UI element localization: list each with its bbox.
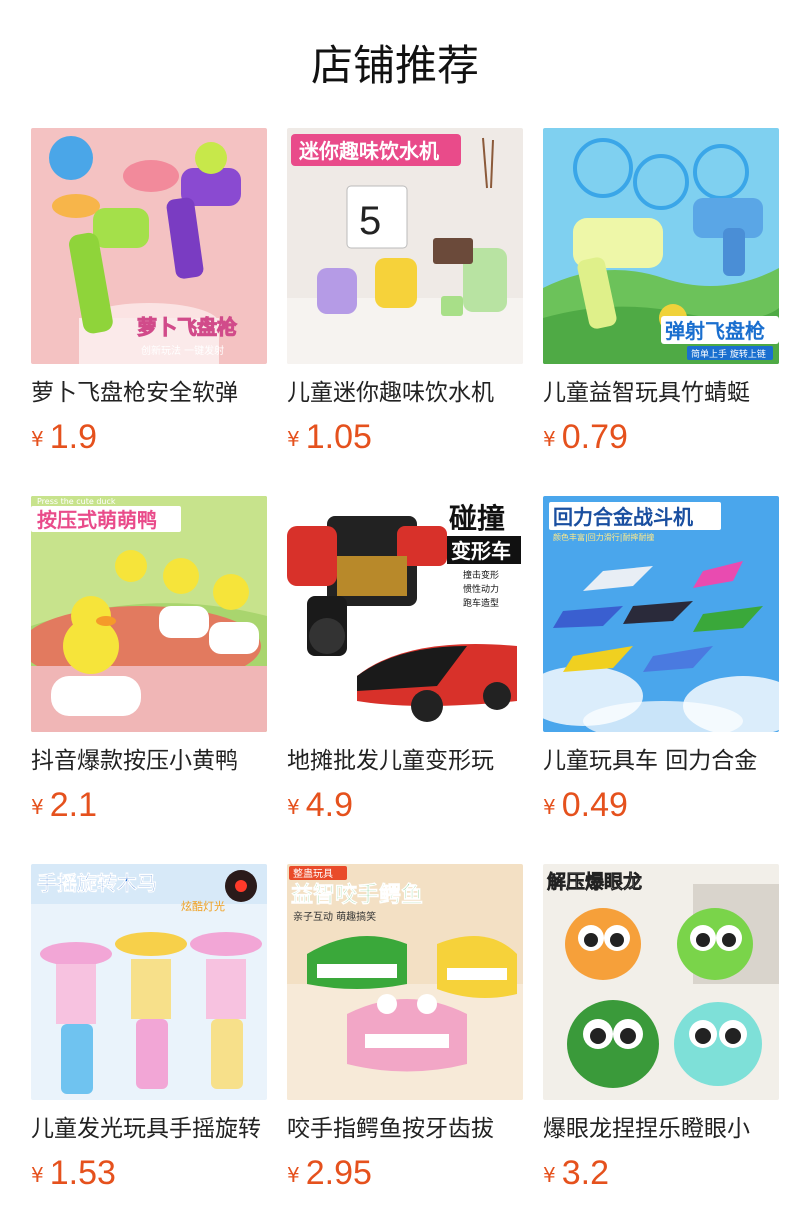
product-image[interactable]: 手摇旋转木马 炫酷灯光 xyxy=(31,864,267,1100)
product-name[interactable]: 儿童发光玩具手摇旋转 xyxy=(31,1112,267,1146)
product-price: ¥2.1 xyxy=(31,786,97,826)
product-name[interactable]: 咬手指鳄鱼按牙齿拔 xyxy=(287,1112,523,1146)
price-value: 4.9 xyxy=(305,786,353,824)
currency-symbol: ¥ xyxy=(287,427,300,451)
price-value: 0.49 xyxy=(561,786,628,824)
image-title-text: 迷你趣味饮水机 xyxy=(298,139,439,163)
image-title-text: 萝卜飞盘枪 xyxy=(137,315,237,339)
image-title-text: 手摇旋转木马 xyxy=(37,871,157,895)
product-image[interactable]: Press the cute duck 按压式萌萌鸭 xyxy=(31,496,267,732)
product-name[interactable]: 爆眼龙捏捏乐瞪眼小 xyxy=(543,1112,779,1146)
product-price: ¥2.95 xyxy=(287,1154,372,1194)
product-image[interactable]: 解压爆眼龙 xyxy=(543,864,779,1100)
product-price: ¥0.49 xyxy=(543,786,628,826)
product-image[interactable]: 整蛊玩具 益智咬手鳄鱼 亲子互动 萌趣搞笑 xyxy=(287,864,523,1100)
price-value: 0.79 xyxy=(561,418,628,456)
image-tag-text: 整蛊玩具 xyxy=(293,867,333,880)
currency-symbol: ¥ xyxy=(543,1163,556,1187)
product-price: ¥3.2 xyxy=(543,1154,609,1194)
image-title-text: 按压式萌萌鸭 xyxy=(37,508,157,532)
image-subtitle-text: 简单上手 旋转上链 xyxy=(691,348,766,360)
currency-symbol: ¥ xyxy=(287,1163,300,1187)
product-image[interactable]: 迷你趣味饮水机 5 xyxy=(287,128,523,364)
product-name[interactable]: 儿童玩具车 回力合金 xyxy=(543,744,779,778)
product-name[interactable]: 抖音爆款按压小黄鸭 xyxy=(31,744,267,778)
currency-symbol: ¥ xyxy=(31,1163,44,1187)
image-subtitle-text: 炫酷灯光 xyxy=(181,899,225,913)
image-title-text: 益智咬手鳄鱼 xyxy=(291,882,423,908)
image-note: 跑车造型 xyxy=(463,597,499,609)
currency-symbol: ¥ xyxy=(31,795,44,819)
product-image[interactable]: 弹射飞盘枪 简单上手 旋转上链 xyxy=(543,128,779,364)
product-price: ¥1.9 xyxy=(31,418,97,458)
price-value: 3.2 xyxy=(561,1154,609,1192)
product-image[interactable]: 萝卜飞盘枪 创新玩法 一键发射 xyxy=(31,128,267,364)
image-subtitle-text: 变形车 xyxy=(451,539,511,563)
price-value: 2.95 xyxy=(305,1154,372,1192)
image-title-text: 解压爆眼龙 xyxy=(547,870,642,893)
product-price: ¥0.79 xyxy=(543,418,628,458)
image-note: 惯性动力 xyxy=(463,583,499,595)
product-image[interactable]: 回力合金战斗机 颜色丰富|回力滑行|耐摔耐撞 xyxy=(543,496,779,732)
page-title: 店铺推荐 xyxy=(310,41,479,90)
image-subtitle-text: Press the cute duck xyxy=(37,497,116,506)
currency-symbol: ¥ xyxy=(543,427,556,451)
image-subtitle-text: 5 xyxy=(359,199,381,243)
product-name[interactable]: 萝卜飞盘枪安全软弹 xyxy=(31,376,267,410)
image-subtitle-text: 颜色丰富|回力滑行|耐摔耐撞 xyxy=(553,532,654,542)
currency-symbol: ¥ xyxy=(543,795,556,819)
currency-symbol: ¥ xyxy=(287,795,300,819)
product-price: ¥1.05 xyxy=(287,418,372,458)
image-subtitle-text: 创新玩法 一键发射 xyxy=(141,344,224,357)
price-value: 1.53 xyxy=(49,1154,116,1192)
product-name[interactable]: 地摊批发儿童变形玩 xyxy=(287,744,523,778)
image-subtitle-text: 亲子互动 萌趣搞笑 xyxy=(293,910,376,923)
product-name[interactable]: 儿童益智玩具竹蜻蜓 xyxy=(543,376,779,410)
image-title-text: 碰撞 xyxy=(449,502,505,535)
price-value: 1.05 xyxy=(305,418,372,456)
currency-symbol: ¥ xyxy=(31,427,44,451)
price-value: 1.9 xyxy=(49,418,97,456)
image-title-text: 回力合金战斗机 xyxy=(553,505,693,529)
image-title-text: 弹射飞盘枪 xyxy=(665,319,765,343)
image-note: 撞击变形 xyxy=(463,569,499,581)
product-price: ¥4.9 xyxy=(287,786,353,826)
product-image[interactable]: 碰撞 变形车 撞击变形 惯性动力 跑车造型 xyxy=(287,496,523,732)
product-price: ¥1.53 xyxy=(31,1154,116,1194)
price-value: 2.1 xyxy=(49,786,97,824)
product-name[interactable]: 儿童迷你趣味饮水机 xyxy=(287,376,523,410)
